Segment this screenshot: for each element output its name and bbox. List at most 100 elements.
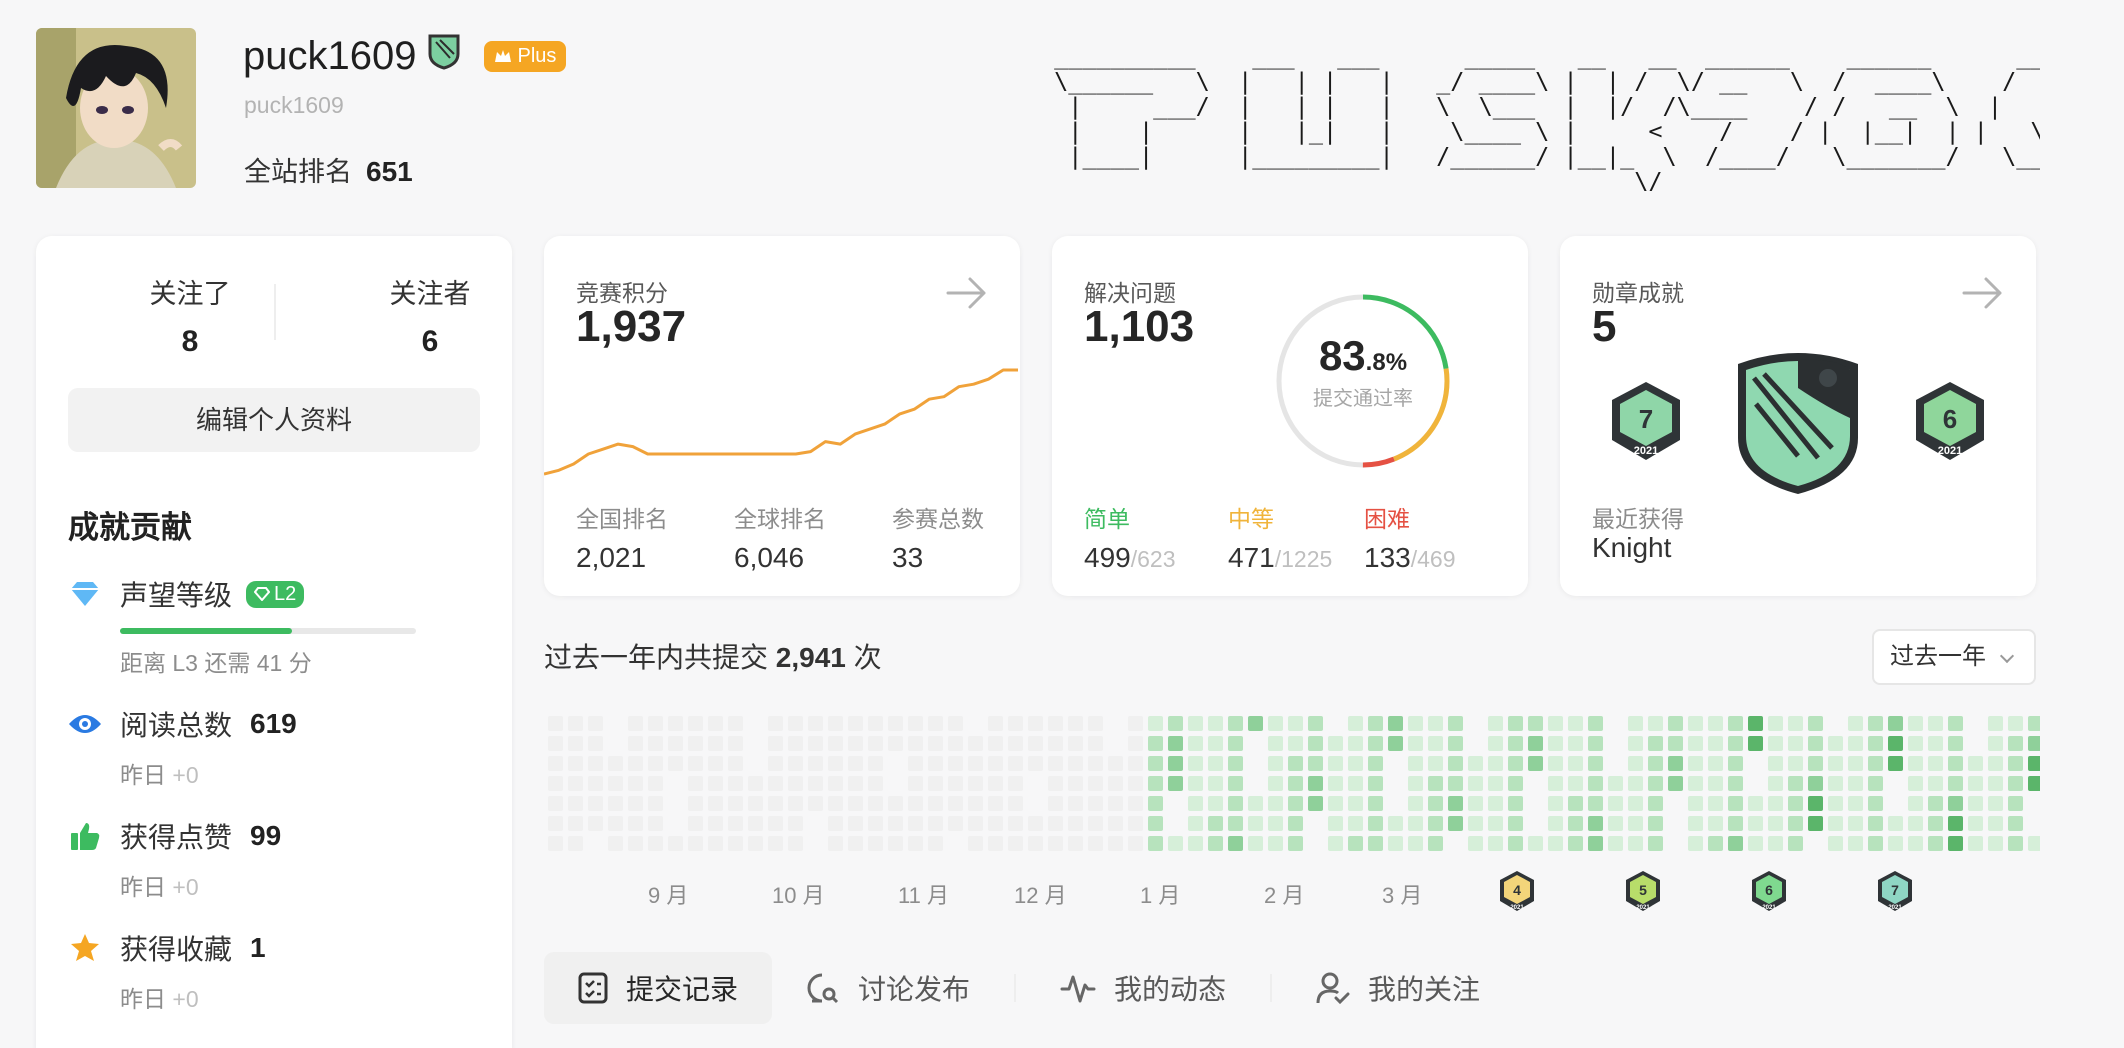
heatmap-cell[interactable] [1208,756,1223,771]
heatmap-cell[interactable] [728,816,743,831]
heatmap-cell[interactable] [1028,836,1043,851]
heatmap-cell[interactable] [2008,836,2023,851]
heatmap-cell[interactable] [1068,736,1083,751]
heatmap-cell[interactable] [748,836,763,851]
heatmap-cell[interactable] [828,776,843,791]
heatmap-cell[interactable] [1608,796,1623,811]
heatmap-cell[interactable] [628,716,643,731]
heatmap-cell[interactable] [1848,796,1863,811]
monthly-badge-icon[interactable]: 4 2021 [1498,870,1536,912]
heatmap-cell[interactable] [1568,716,1583,731]
heatmap-cell[interactable] [588,736,603,751]
heatmap-cell[interactable] [588,716,603,731]
heatmap-cell[interactable] [1288,776,1303,791]
heatmap-cell[interactable] [728,716,743,731]
heatmap-cell[interactable] [1668,716,1683,731]
heatmap-cell[interactable] [1168,716,1183,731]
heatmap-cell[interactable] [1968,796,1983,811]
heatmap-cell[interactable] [828,736,843,751]
heatmap-cell[interactable] [1448,796,1463,811]
heatmap-cell[interactable] [1848,836,1863,851]
heatmap-cell[interactable] [908,816,923,831]
arrow-right-icon[interactable] [1960,270,2006,316]
heatmap-cell[interactable] [1548,716,1563,731]
heatmap-cell[interactable] [848,796,863,811]
heatmap-cell[interactable] [1228,716,1243,731]
heatmap-cell[interactable] [1408,816,1423,831]
heatmap-cell[interactable] [1848,736,1863,751]
heatmap-cell[interactable] [1208,816,1223,831]
heatmap-cell[interactable] [808,716,823,731]
heatmap-cell[interactable] [1648,836,1663,851]
heatmap-cell[interactable] [808,736,823,751]
heatmap-cell[interactable] [728,736,743,751]
heatmap-cell[interactable] [2028,836,2040,851]
heatmap-cell[interactable] [1388,736,1403,751]
heatmap-cell[interactable] [1948,776,1963,791]
heatmap-cell[interactable] [1928,756,1943,771]
heatmap-cell[interactable] [1008,816,1023,831]
heatmap-cell[interactable] [568,816,583,831]
contest-rating-card[interactable]: 竞赛积分 1,937 全国排名 2,021 全球排名 6,046 参赛总数 33 [544,236,1020,596]
heatmap-cell[interactable] [1868,776,1883,791]
heatmap-cell[interactable] [1808,756,1823,771]
heatmap-cell[interactable] [1508,776,1523,791]
heatmap-cell[interactable] [868,736,883,751]
heatmap-cell[interactable] [928,756,943,771]
heatmap-cell[interactable] [2028,736,2040,751]
heatmap-cell[interactable] [1728,736,1743,751]
heatmap-cell[interactable] [1468,836,1483,851]
heatmap-cell[interactable] [1728,716,1743,731]
heatmap-cell[interactable] [768,756,783,771]
heatmap-cell[interactable] [1908,816,1923,831]
heatmap-cell[interactable] [788,756,803,771]
heatmap-cell[interactable] [2028,716,2040,731]
heatmap-cell[interactable] [1008,796,1023,811]
heatmap-cell[interactable] [1688,796,1703,811]
heatmap-cell[interactable] [848,776,863,791]
heatmap-cell[interactable] [1048,796,1063,811]
heatmap-cell[interactable] [1908,736,1923,751]
heatmap-cell[interactable] [1108,756,1123,771]
heatmap-cell[interactable] [1988,736,2003,751]
heatmap-cell[interactable] [1808,776,1823,791]
heatmap-cell[interactable] [1628,776,1643,791]
heatmap-cell[interactable] [768,816,783,831]
heatmap-cell[interactable] [1148,736,1163,751]
heatmap-cell[interactable] [1448,716,1463,731]
heatmap-cell[interactable] [1968,756,1983,771]
heatmap-cell[interactable] [1828,796,1843,811]
tab-submissions[interactable]: 提交记录 [544,952,773,1024]
heatmap-cell[interactable] [1148,716,1163,731]
heatmap-cell[interactable] [1168,776,1183,791]
heatmap-cell[interactable] [628,736,643,751]
heatmap-cell[interactable] [1408,736,1423,751]
heatmap-cell[interactable] [1328,816,1343,831]
heatmap-cell[interactable] [628,796,643,811]
heatmap-cell[interactable] [608,816,623,831]
heatmap-cell[interactable] [1128,776,1143,791]
heatmap-cell[interactable] [688,796,703,811]
heatmap-cell[interactable] [928,816,943,831]
heatmap-cell[interactable] [1488,776,1503,791]
heatmap-cell[interactable] [1528,736,1543,751]
heatmap-cell[interactable] [1808,716,1823,731]
heatmap-cell[interactable] [968,796,983,811]
heatmap-cell[interactable] [1288,736,1303,751]
heatmap-cell[interactable] [1288,816,1303,831]
heatmap-cell[interactable] [1368,816,1383,831]
heatmap-cell[interactable] [768,736,783,751]
heatmap-cell[interactable] [988,836,1003,851]
heatmap-cell[interactable] [1508,796,1523,811]
heatmap-cell[interactable] [1008,756,1023,771]
heatmap-cell[interactable] [1268,716,1283,731]
heatmap-cell[interactable] [1788,776,1803,791]
heatmap-cell[interactable] [1708,716,1723,731]
heatmap-cell[interactable] [1928,836,1943,851]
heatmap-cell[interactable] [1668,756,1683,771]
heatmap-cell[interactable] [1228,816,1243,831]
heatmap-cell[interactable] [948,716,963,731]
heatmap-cell[interactable] [888,716,903,731]
heatmap-cell[interactable] [1128,756,1143,771]
heatmap-cell[interactable] [1908,756,1923,771]
